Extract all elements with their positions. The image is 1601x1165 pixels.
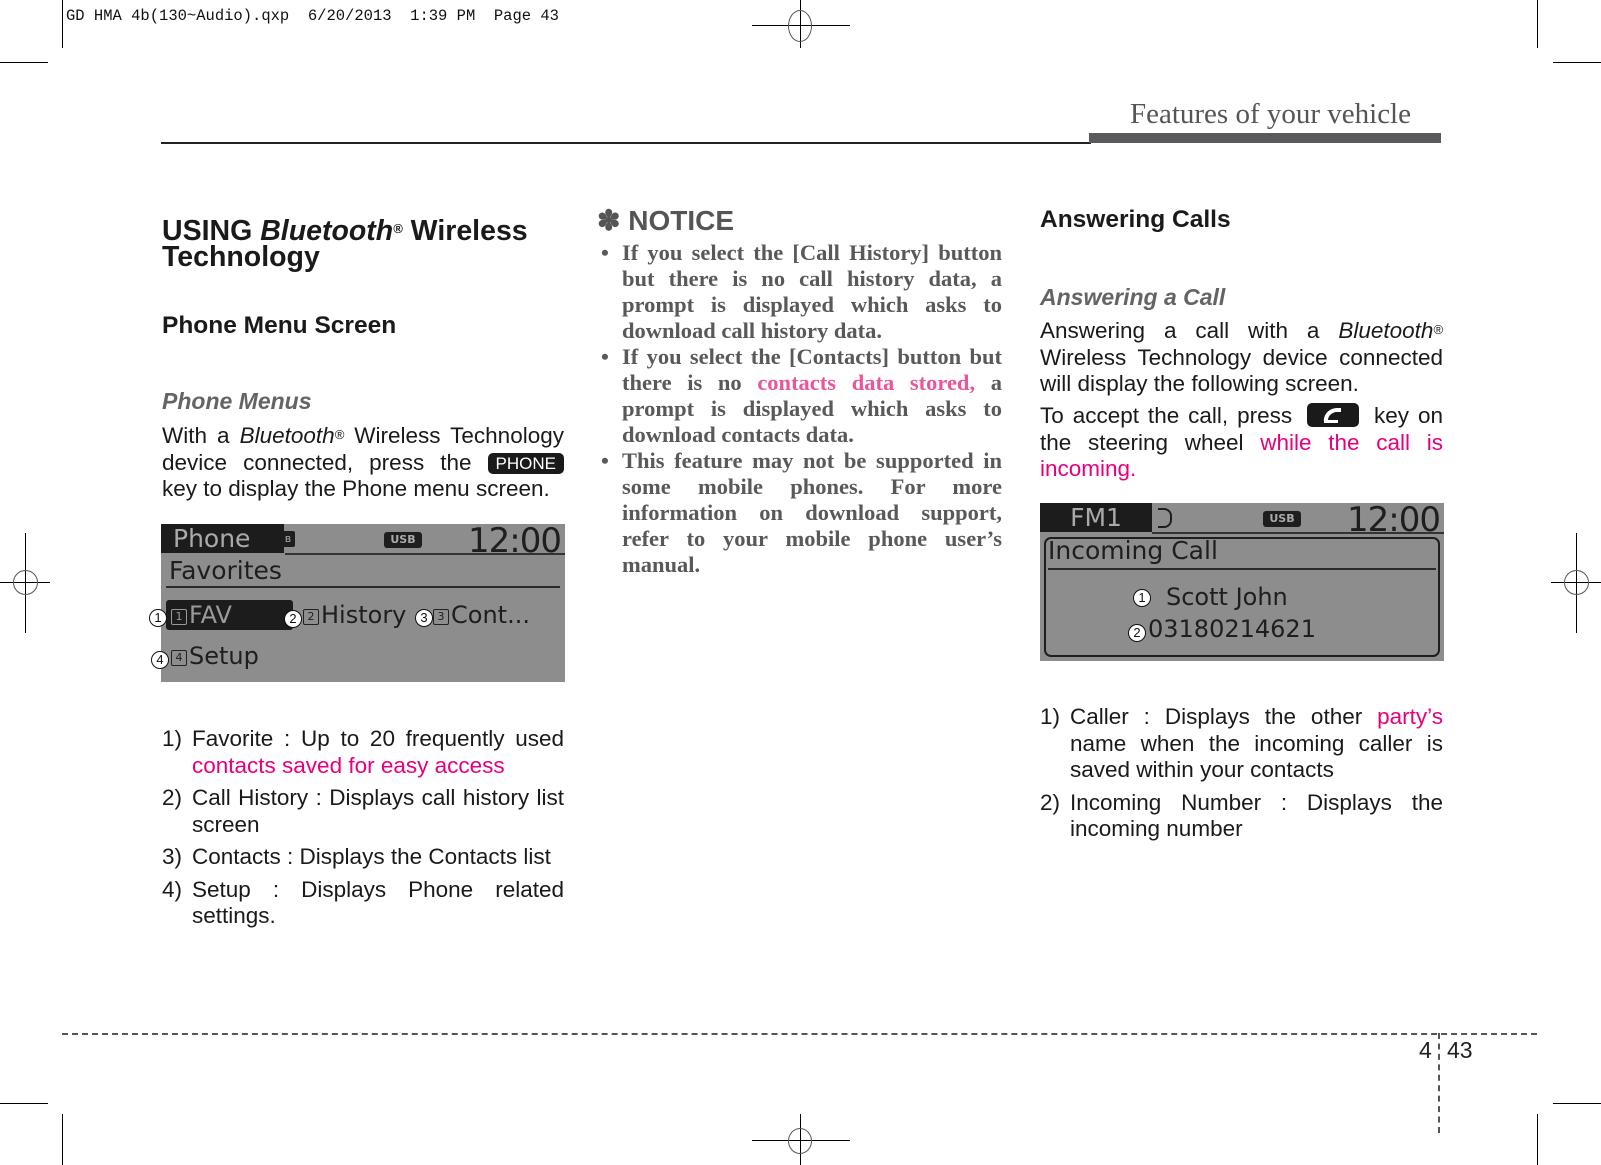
menu-item-setup[interactable]: 4 Setup [171,642,259,670]
phone-key-icon: PHONE [487,452,564,474]
crop-mark [62,0,63,48]
footer-dashed-rule [62,1033,1537,1035]
answering-calls-heading: Answering Calls [1040,206,1231,233]
notice-body: • If you select the [Call History] button… [597,240,1002,578]
screen-tab-fm1: FM1 [1040,503,1152,532]
callout-badge-1: 1 [1133,589,1151,607]
crop-mark [62,1114,63,1165]
page-number: 43 [1447,1037,1473,1063]
menu-item-contacts[interactable]: 3 Cont... [433,601,530,629]
crop-mark [1553,1103,1601,1104]
header-bar [1089,133,1441,143]
callout-badge-2: 2 [1128,624,1146,642]
header-rule [161,142,1091,144]
phone-menu-screen: Phone ʙ USB 12:00 Favorites 1 FAV 2 Histor… [161,524,565,682]
phone-menu-descriptions: 1) Favorite : Up to 20 frequently used co… [162,726,564,936]
answering-intro: Answering a call with a Bluetooth® Wirel… [1040,318,1443,396]
crop-mark [1553,62,1601,63]
notice-heading: ✽ NOTICE [597,205,735,236]
callout-badge-2: 2 [284,610,302,628]
list-item: 2) Call History : Displays call history l… [162,785,564,837]
clock-display: 12:00 [1347,503,1441,540]
phone-call-icon [1158,508,1172,528]
print-slug: GD HMA 4b(130~Audio).qxp 6/20/2013 1:39 … [66,7,559,25]
crop-mark [1537,1114,1538,1165]
incoming-call-descriptions: 1) Caller : Displays the other party’s na… [1040,704,1443,849]
crop-mark [1537,0,1538,48]
list-item: 1) Caller : Displays the other party’s na… [1040,704,1443,782]
chapter-number: 4 [1419,1037,1432,1063]
caller-number: 03180214621 [1148,615,1316,643]
list-item: 2) Incoming Number : Displays the incomin… [1040,789,1443,842]
menu-item-history[interactable]: 2 History [303,601,406,629]
incoming-call-screen: FM1 USB 12:00 Incoming Call Scott John 0… [1040,503,1444,661]
list-item: 4) Setup : Displays Phone related setting… [162,876,564,929]
callout-badge-4: 4 [151,651,169,669]
notice-bullet: • This feature may not be supported in so… [601,448,1002,577]
phone-menus-subheading: Phone Menus [162,388,312,414]
phone-menu-screen-heading: Phone Menu Screen [162,312,397,339]
call-key-icon [1307,403,1360,427]
section-title: Features of your vehicle [1129,98,1411,130]
asterisk-icon: ✽ [597,205,621,236]
main-heading: USING Bluetooth® Wireless Technology [162,215,528,273]
answering-a-call-subheading: Answering a Call [1040,284,1226,310]
clock-display: 12:00 [468,524,562,561]
screen-heading-favorites: Favorites [169,556,282,585]
incoming-call-heading: Incoming Call [1048,536,1218,565]
menu-item-fav[interactable]: 1 FAV [171,601,232,629]
bluetooth-icon: ʙ [281,531,295,547]
crop-mark [0,1103,48,1104]
list-item: 1) Favorite : Up to 20 frequently used co… [162,726,564,778]
crop-mark [0,62,48,63]
list-item: 3) Contacts : Displays the Contacts list [162,844,551,869]
screen-tab-phone: Phone [161,524,284,553]
accept-call-instructions: To accept the call, press key on the ste… [1040,403,1444,481]
footer-dashed-divider [1438,1033,1440,1133]
phone-menus-intro: With a Bluetooth® Wireless Technology de… [162,423,564,501]
callout-badge-1: 1 [149,609,167,627]
notice-bullet: • If you select the [Contacts] button but… [601,344,1002,447]
caller-name: Scott John [1166,583,1288,611]
usb-icon: USB [384,532,422,548]
notice-bullet: • If you select the [Call History] button… [601,240,1002,343]
usb-icon: USB [1263,511,1301,527]
callout-badge-3: 3 [415,609,433,627]
